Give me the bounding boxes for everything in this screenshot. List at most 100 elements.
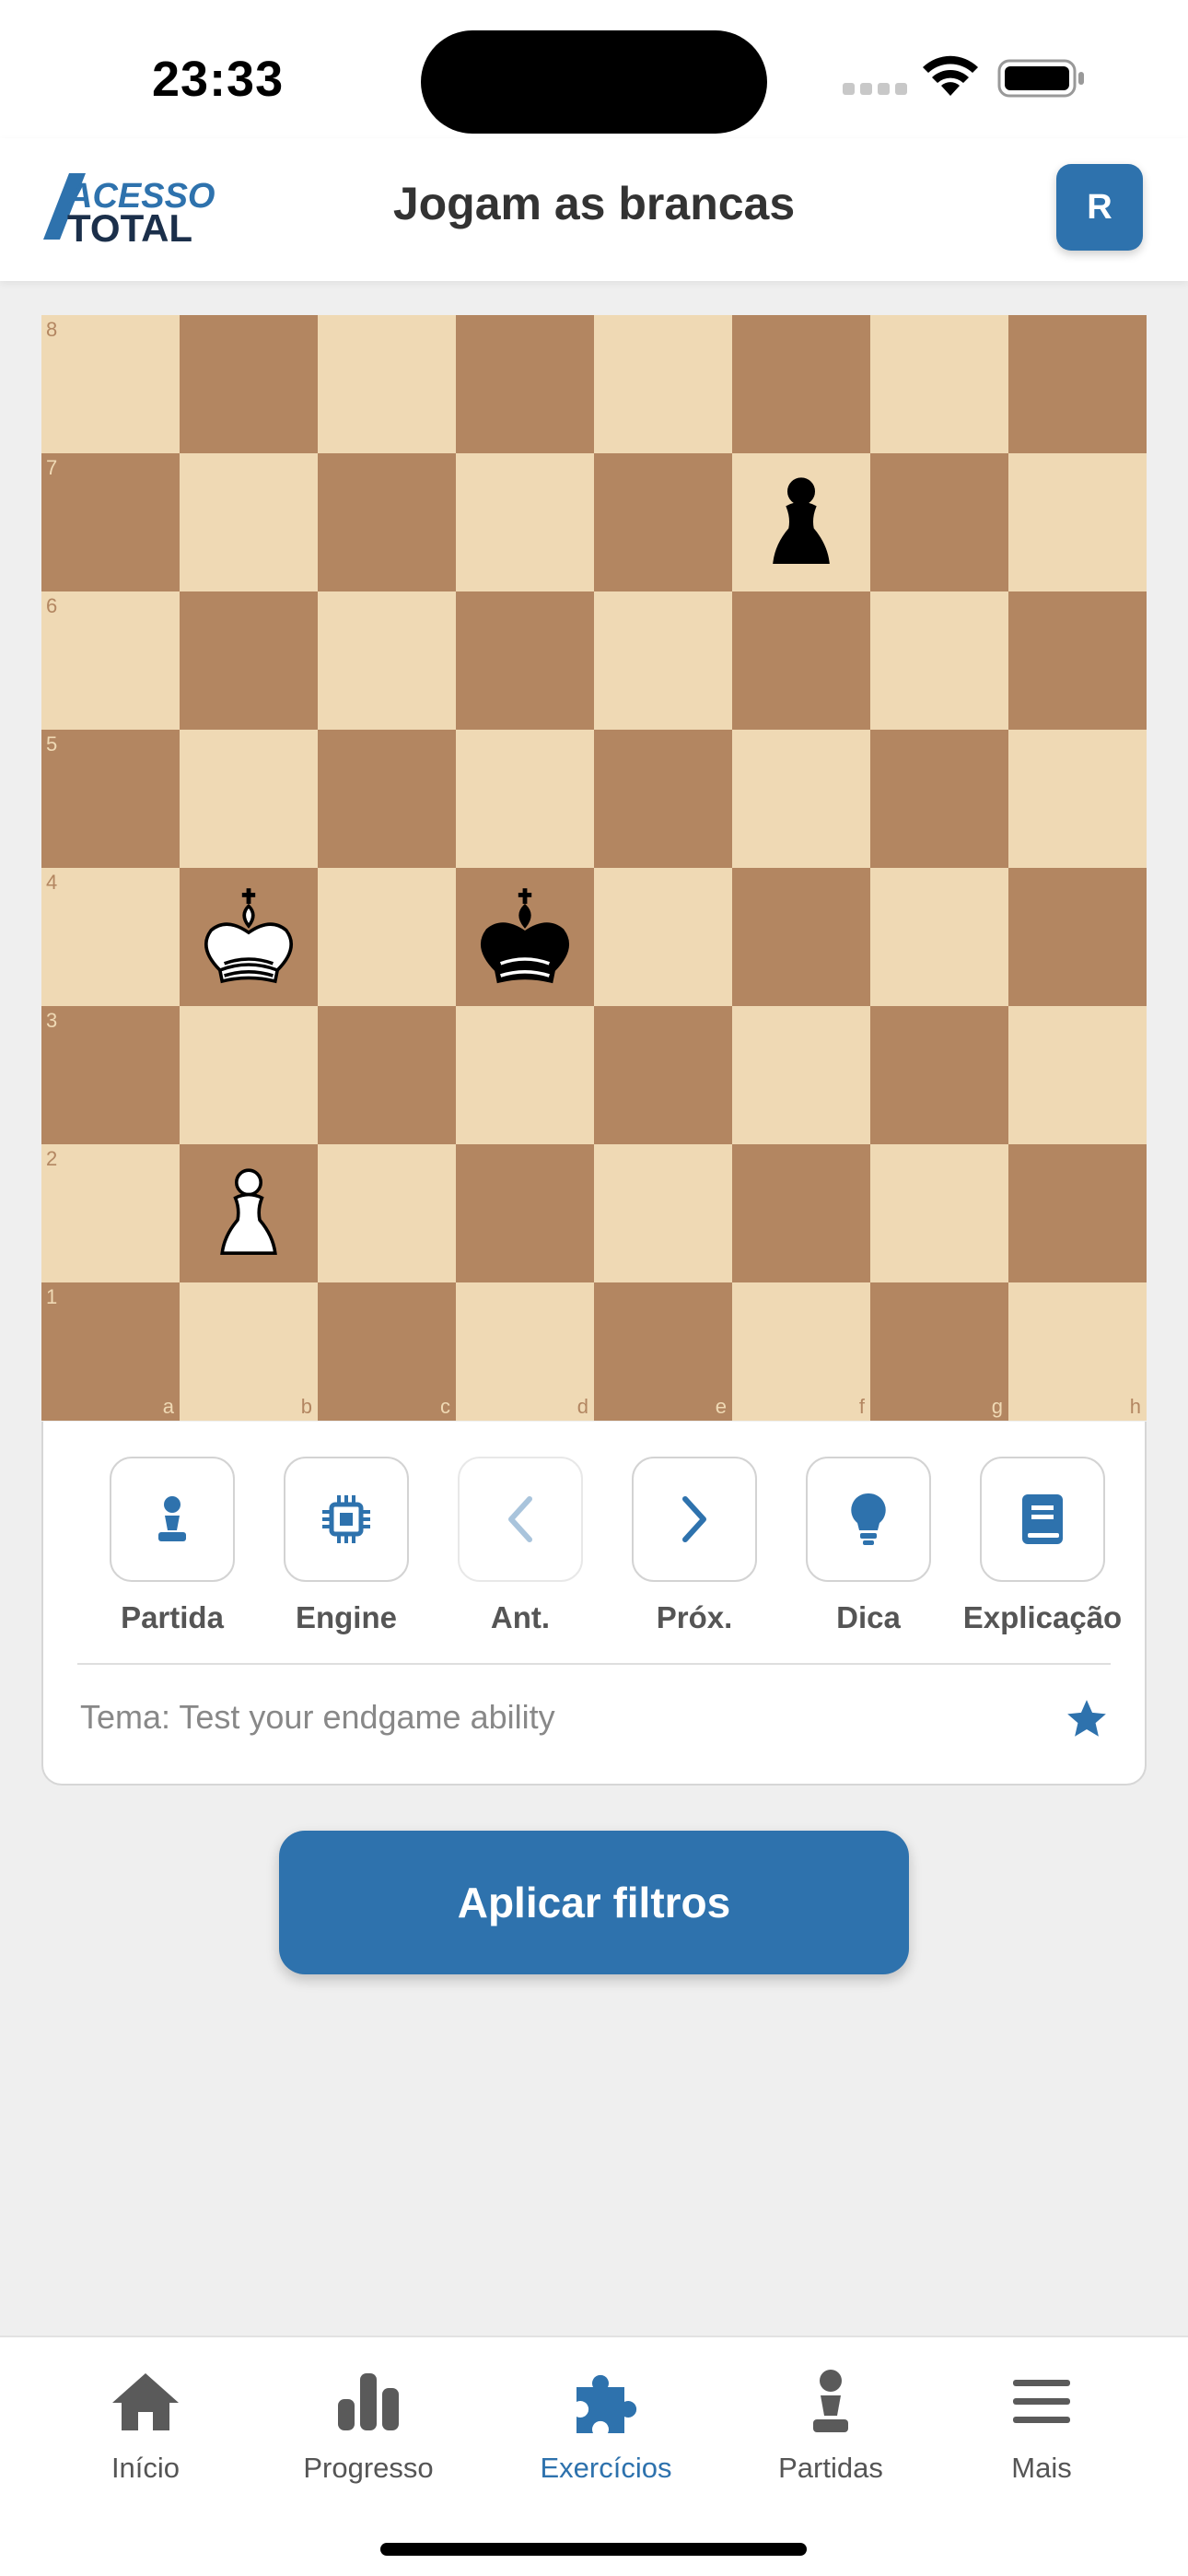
nav-item-inicio[interactable]: Início: [35, 2365, 256, 2485]
square-e5[interactable]: [594, 730, 732, 868]
square-g1[interactable]: g: [870, 1282, 1008, 1421]
square-b6[interactable]: [180, 591, 318, 730]
tool-partida-button[interactable]: [110, 1457, 235, 1582]
tool-label: Ant.: [490, 1600, 551, 1634]
tool-hint-button[interactable]: [806, 1457, 931, 1582]
square-a8[interactable]: 8: [41, 315, 180, 453]
square-h4[interactable]: [1008, 868, 1147, 1006]
square-a2[interactable]: 2: [41, 1144, 180, 1282]
star-icon[interactable]: [1064, 1696, 1110, 1742]
square-d7[interactable]: [456, 453, 594, 591]
tool-engine-button[interactable]: [284, 1457, 409, 1582]
square-c1[interactable]: c: [318, 1282, 456, 1421]
home-icon: [112, 2373, 179, 2430]
square-e7[interactable]: [594, 453, 732, 591]
square-a1[interactable]: 1a: [41, 1282, 180, 1421]
square-h7[interactable]: [1008, 453, 1147, 591]
square-f7[interactable]: [732, 453, 870, 591]
tool-explanation[interactable]: Explicação: [955, 1457, 1130, 1635]
square-c3[interactable]: [318, 1006, 456, 1144]
square-e1[interactable]: e: [594, 1282, 732, 1421]
square-e3[interactable]: [594, 1006, 732, 1144]
black-pawn-icon[interactable]: [746, 467, 856, 578]
nav-item-partidas[interactable]: Partidas: [720, 2365, 941, 2485]
file-label: g: [991, 1395, 1003, 1418]
square-g8[interactable]: [870, 315, 1008, 453]
rank-label: 1: [46, 1285, 58, 1308]
square-g2[interactable]: [870, 1144, 1008, 1282]
square-c4[interactable]: [318, 868, 456, 1006]
square-g7[interactable]: [870, 453, 1008, 591]
tool-previous[interactable]: Ant.: [433, 1457, 608, 1635]
square-f8[interactable]: [732, 315, 870, 453]
square-c6[interactable]: [318, 591, 456, 730]
black-king-icon[interactable]: [470, 882, 580, 992]
square-d4[interactable]: [456, 868, 594, 1006]
square-b4[interactable]: [180, 868, 318, 1006]
square-b1[interactable]: b: [180, 1282, 318, 1421]
chess-board[interactable]: 8 7654321abcdef gh: [41, 315, 1147, 1421]
square-f4[interactable]: [732, 868, 870, 1006]
tool-hint[interactable]: Dica: [781, 1457, 956, 1635]
tool-engine[interactable]: Engine: [259, 1457, 434, 1635]
square-f3[interactable]: [732, 1006, 870, 1144]
square-c5[interactable]: [318, 730, 456, 868]
nav-label: Progresso: [303, 2452, 434, 2484]
square-a6[interactable]: 6: [41, 591, 180, 730]
square-f5[interactable]: [732, 730, 870, 868]
nav-label: Exercícios: [540, 2452, 672, 2484]
tool-next-button[interactable]: [632, 1457, 757, 1582]
rank-label: 8: [46, 318, 58, 341]
square-d8[interactable]: [456, 315, 594, 453]
menu-icon: [1013, 2380, 1070, 2423]
square-e6[interactable]: [594, 591, 732, 730]
square-e4[interactable]: [594, 868, 732, 1006]
square-e2[interactable]: [594, 1144, 732, 1282]
square-g5[interactable]: [870, 730, 1008, 868]
tool-partida[interactable]: Partida: [85, 1457, 260, 1635]
square-b8[interactable]: [180, 315, 318, 453]
square-g4[interactable]: [870, 868, 1008, 1006]
square-b5[interactable]: [180, 730, 318, 868]
nav-item-exercicios[interactable]: Exercícios: [495, 2365, 716, 2485]
white-pawn-icon[interactable]: [193, 1158, 304, 1269]
square-a4[interactable]: 4: [41, 868, 180, 1006]
square-d5[interactable]: [456, 730, 594, 868]
tool-previous-button[interactable]: [458, 1457, 583, 1582]
square-c8[interactable]: [318, 315, 456, 453]
white-king-icon[interactable]: [193, 882, 304, 992]
square-c2[interactable]: [318, 1144, 456, 1282]
app-header: ACESSO TOTAL Jogam as brancas R: [0, 138, 1188, 281]
square-d6[interactable]: [456, 591, 594, 730]
square-b7[interactable]: [180, 453, 318, 591]
square-h5[interactable]: [1008, 730, 1147, 868]
square-d2[interactable]: [456, 1144, 594, 1282]
square-h8[interactable]: [1008, 315, 1147, 453]
square-b3[interactable]: [180, 1006, 318, 1144]
square-a3[interactable]: 3: [41, 1006, 180, 1144]
square-a7[interactable]: 7: [41, 453, 180, 591]
square-d1[interactable]: d: [456, 1282, 594, 1421]
square-h1[interactable]: h: [1008, 1282, 1147, 1421]
square-f1[interactable]: f: [732, 1282, 870, 1421]
square-g6[interactable]: [870, 591, 1008, 730]
tool-explanation-button[interactable]: [980, 1457, 1105, 1582]
page-title: Jogam as brancas: [392, 178, 796, 229]
square-h3[interactable]: [1008, 1006, 1147, 1144]
square-c7[interactable]: [318, 453, 456, 591]
tool-next[interactable]: Próx.: [607, 1457, 782, 1635]
square-d3[interactable]: [456, 1006, 594, 1144]
exercise-tools-card: Partida Engine Ant. Próx. Dica Explicaçã…: [41, 1422, 1147, 1786]
nav-item-mais[interactable]: Mais: [931, 2365, 1152, 2485]
square-f2[interactable]: [732, 1144, 870, 1282]
square-h2[interactable]: [1008, 1144, 1147, 1282]
apply-filters-button[interactable]: Aplicar filtros: [279, 1831, 909, 1974]
user-avatar[interactable]: R: [1056, 164, 1143, 251]
square-b2[interactable]: [180, 1144, 318, 1282]
square-a5[interactable]: 5: [41, 730, 180, 868]
square-g3[interactable]: [870, 1006, 1008, 1144]
square-f6[interactable]: [732, 591, 870, 730]
square-e8[interactable]: [594, 315, 732, 453]
square-h6[interactable]: [1008, 591, 1147, 730]
nav-item-progresso[interactable]: Progresso: [258, 2365, 479, 2485]
